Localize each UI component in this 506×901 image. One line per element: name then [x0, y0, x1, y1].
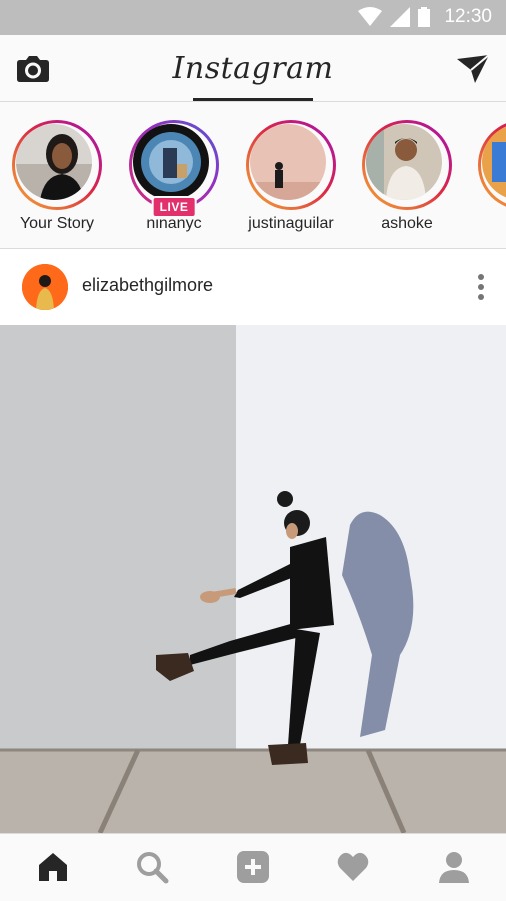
story-ring [362, 120, 452, 210]
app-bar: Instagram [0, 35, 506, 102]
story-your-story[interactable]: Your Story [2, 120, 112, 233]
stories-tray: Your Story LIVE ninanyc justinaguilar as… [0, 102, 506, 249]
status-bar: 12:30 [0, 0, 506, 35]
story-avatar [16, 124, 92, 200]
story-username: Your Story [19, 215, 95, 232]
post-avatar[interactable] [22, 264, 68, 310]
story-avatar [133, 124, 209, 200]
heart-icon[interactable] [336, 850, 370, 884]
story-ring [246, 120, 336, 210]
signal-icon [390, 7, 411, 27]
story-username: ber [468, 215, 506, 233]
app-logo: Instagram [172, 51, 334, 86]
story-ring [12, 120, 102, 210]
status-time: 12:30 [444, 6, 492, 27]
direct-message-icon[interactable] [456, 53, 490, 85]
post-username[interactable]: elizabethgilmore [82, 275, 213, 296]
post-header: elizabethgilmore [0, 249, 506, 325]
story-ninanyc[interactable]: LIVE ninanyc [119, 120, 229, 233]
story-ring [478, 120, 506, 210]
status-icons: 12:30 [358, 5, 492, 29]
battery-icon [418, 7, 431, 27]
logo-underline [193, 98, 313, 101]
live-badge: LIVE [151, 196, 197, 218]
wifi-icon [358, 7, 383, 26]
profile-icon[interactable] [437, 850, 471, 884]
story-ber[interactable]: ber [468, 120, 506, 233]
story-avatar [366, 124, 442, 200]
home-icon[interactable] [36, 850, 70, 884]
story-ashoke[interactable]: ashoke [352, 120, 462, 233]
story-justinaguilar[interactable]: justinaguilar [236, 120, 346, 233]
post-image[interactable] [0, 325, 506, 833]
search-icon[interactable] [135, 850, 169, 884]
bottom-navigation [0, 833, 506, 901]
story-avatar [482, 124, 506, 200]
story-avatar [250, 124, 326, 200]
story-username: justinaguilar [248, 215, 334, 232]
add-icon[interactable] [236, 850, 270, 884]
story-ring-live: LIVE [129, 120, 219, 218]
story-username: ashoke [381, 215, 433, 232]
more-options-icon[interactable] [474, 273, 488, 301]
